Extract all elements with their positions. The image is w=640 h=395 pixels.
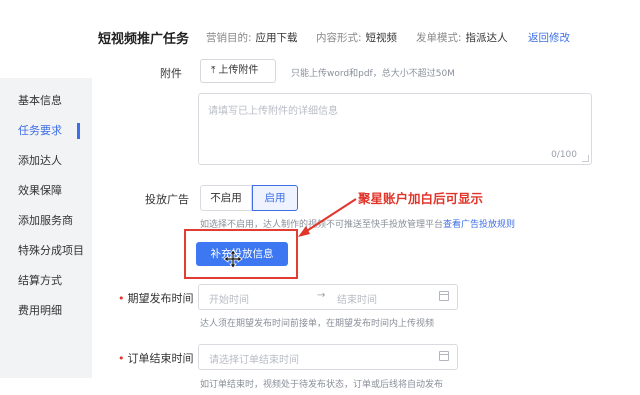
required-mark: • bbox=[118, 292, 125, 305]
publish-time-range-picker[interactable]: 开始时间 → 结束时间 bbox=[198, 284, 458, 310]
annotation-text: 聚星账户加白后可显示 bbox=[358, 191, 484, 206]
range-separator: → bbox=[317, 290, 326, 301]
required-mark: • bbox=[118, 352, 125, 365]
publish-time-hint: 达人须在期望发布时间前接单，在期望发布时间内上传视频 bbox=[200, 319, 435, 329]
order-end-label-text: 订单结束时间 bbox=[127, 352, 194, 365]
publish-time-label: • 期望发布时间 bbox=[118, 290, 194, 306]
end-time-placeholder: 结束时间 bbox=[337, 295, 377, 306]
order-end-label: • 订单结束时间 bbox=[118, 350, 194, 366]
move-cursor-icon bbox=[223, 249, 243, 269]
publish-time-label-text: 期望发布时间 bbox=[127, 292, 194, 305]
order-end-hint: 如订单结束时，视频处于待发布状态，订单或后线将自动发布 bbox=[200, 380, 444, 390]
order-end-placeholder: 请选择订单结束时间 bbox=[209, 355, 299, 366]
order-end-time-picker[interactable]: 请选择订单结束时间 bbox=[198, 344, 458, 370]
calendar-icon bbox=[439, 291, 449, 301]
annotation-arrow bbox=[298, 198, 357, 237]
start-time-placeholder: 开始时间 bbox=[209, 295, 249, 306]
calendar-icon bbox=[439, 351, 449, 361]
